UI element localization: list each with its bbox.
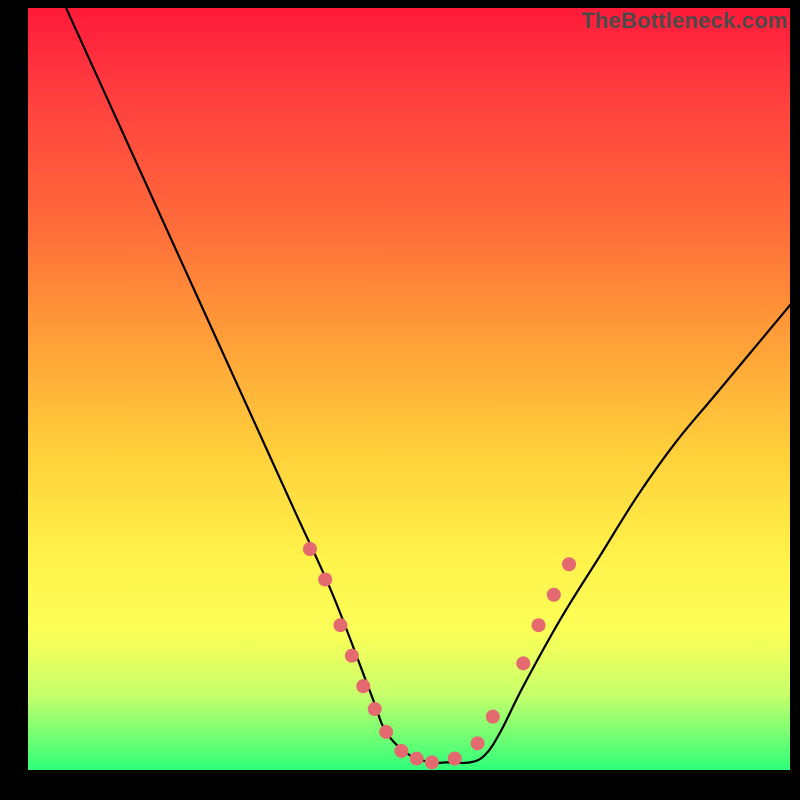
curve-marker xyxy=(394,744,408,758)
curve-marker xyxy=(516,656,530,670)
curve-marker xyxy=(486,710,500,724)
curve-marker xyxy=(318,573,332,587)
curve-marker xyxy=(562,557,576,571)
curve-marker xyxy=(345,649,359,663)
curve-marker xyxy=(448,752,462,766)
curve-line xyxy=(66,8,790,763)
chart-svg xyxy=(28,8,790,770)
chart-frame: TheBottleneck.com xyxy=(0,0,800,800)
curve-markers xyxy=(303,542,576,769)
curve-marker xyxy=(356,679,370,693)
curve-marker xyxy=(410,752,424,766)
plot-area xyxy=(28,8,790,770)
curve-marker xyxy=(303,542,317,556)
watermark-label: TheBottleneck.com xyxy=(582,8,788,34)
curve-marker xyxy=(333,618,347,632)
curve-marker xyxy=(547,588,561,602)
curve-marker xyxy=(532,618,546,632)
curve-marker xyxy=(471,736,485,750)
curve-marker xyxy=(368,702,382,716)
curve-marker xyxy=(425,755,439,769)
curve-marker xyxy=(379,725,393,739)
